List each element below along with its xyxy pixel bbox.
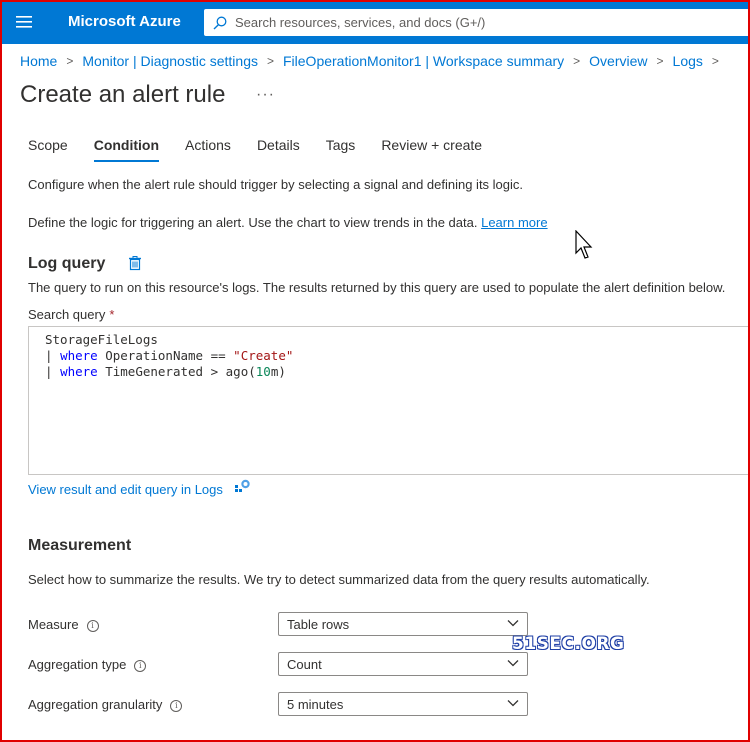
- search-query-label-text: Search query: [28, 307, 106, 322]
- required-mark: *: [109, 307, 115, 322]
- page-title: Create an alert rule: [20, 81, 226, 108]
- aggregation-granularity-label: Aggregation granularity i: [28, 697, 183, 712]
- code-number: 10: [255, 364, 271, 379]
- breadcrumb: Home > Monitor | Diagnostic settings > F…: [20, 53, 728, 69]
- code-table: StorageFileLogs: [45, 332, 158, 347]
- chevron-right-icon: >: [66, 54, 74, 68]
- measure-label: Measure i: [28, 617, 99, 632]
- code-expression: OperationName ==: [97, 348, 234, 363]
- code-expression-end: m): [270, 364, 286, 379]
- aggregation-type-dropdown[interactable]: Count: [278, 652, 528, 676]
- condition-intro: Configure when the alert rule should tri…: [28, 177, 524, 192]
- aggregation-granularity-dropdown[interactable]: 5 minutes: [278, 692, 528, 716]
- more-options-button[interactable]: ···: [256, 86, 275, 104]
- condition-define-text: Define the logic for triggering an alert…: [28, 215, 548, 230]
- chevron-right-icon: >: [711, 54, 719, 68]
- breadcrumb-home[interactable]: Home: [20, 53, 57, 69]
- tab-review-create[interactable]: Review + create: [381, 137, 482, 160]
- watermark: 51SEC.ORG: [512, 634, 625, 654]
- code-keyword: where: [60, 348, 98, 363]
- aggregation-type-label: Aggregation type i: [28, 657, 147, 672]
- aggregation-type-value: Count: [287, 657, 322, 672]
- breadcrumb-monitor[interactable]: Monitor | Diagnostic settings: [82, 53, 258, 69]
- wizard-tabs: Scope Condition Actions Details Tags Rev…: [28, 137, 508, 162]
- chevron-right-icon: >: [656, 54, 664, 68]
- tab-actions[interactable]: Actions: [185, 137, 231, 160]
- brand-title[interactable]: Microsoft Azure: [68, 13, 181, 30]
- logs-icon[interactable]: [234, 479, 251, 494]
- code-line: | where TimeGenerated > ago(10m): [45, 364, 750, 380]
- aggregation-granularity-value: 5 minutes: [287, 697, 344, 712]
- chevron-right-icon: >: [573, 54, 581, 68]
- mouse-cursor-icon: [575, 230, 593, 259]
- code-keyword: where: [60, 364, 98, 379]
- chevron-down-icon: [507, 660, 519, 667]
- aggregation-type-label-text: Aggregation type: [28, 657, 127, 672]
- code-pipe: |: [45, 348, 61, 363]
- code-string: "Create": [233, 348, 294, 363]
- tab-condition[interactable]: Condition: [93, 137, 160, 162]
- chevron-down-icon: [507, 700, 519, 707]
- code-expression: TimeGenerated > ago(: [97, 364, 256, 379]
- code-line: StorageFileLogs: [45, 332, 750, 348]
- search-query-label: Search query *: [28, 307, 114, 322]
- breadcrumb-workspace[interactable]: FileOperationMonitor1 | Workspace summar…: [283, 53, 564, 69]
- delete-query-icon[interactable]: [127, 255, 143, 271]
- info-icon[interactable]: i: [134, 659, 147, 672]
- tab-details[interactable]: Details: [257, 137, 300, 160]
- log-query-title: Log query: [28, 255, 106, 272]
- global-search[interactable]: [204, 9, 750, 36]
- menu-icon[interactable]: [12, 13, 36, 31]
- measure-label-text: Measure: [28, 617, 79, 632]
- breadcrumb-overview[interactable]: Overview: [589, 53, 647, 69]
- chevron-down-icon: [507, 620, 519, 627]
- code-pipe: |: [45, 364, 61, 379]
- view-result-link[interactable]: View result and edit query in Logs: [28, 482, 223, 497]
- info-icon[interactable]: i: [86, 619, 99, 632]
- aggregation-granularity-label-text: Aggregation granularity: [28, 697, 163, 712]
- search-icon: [213, 16, 227, 30]
- query-editor[interactable]: StorageFileLogs | where OperationName ==…: [28, 326, 750, 475]
- breadcrumb-logs[interactable]: Logs: [673, 53, 703, 69]
- chevron-right-icon: >: [266, 54, 274, 68]
- measure-dropdown[interactable]: Table rows: [278, 612, 528, 636]
- measure-value: Table rows: [287, 617, 350, 632]
- learn-more-link[interactable]: Learn more: [481, 215, 547, 230]
- measurement-description: Select how to summarize the results. We …: [28, 572, 650, 587]
- code-line: | where OperationName == "Create": [45, 348, 750, 364]
- top-bar: Microsoft Azure: [0, 0, 750, 44]
- tab-scope[interactable]: Scope: [28, 137, 68, 160]
- search-input[interactable]: [235, 15, 715, 30]
- measurement-title: Measurement: [28, 537, 132, 554]
- tab-tags[interactable]: Tags: [326, 137, 356, 160]
- info-icon[interactable]: i: [170, 699, 183, 712]
- define-text: Define the logic for triggering an alert…: [28, 215, 478, 230]
- log-query-description: The query to run on this resource's logs…: [28, 280, 726, 295]
